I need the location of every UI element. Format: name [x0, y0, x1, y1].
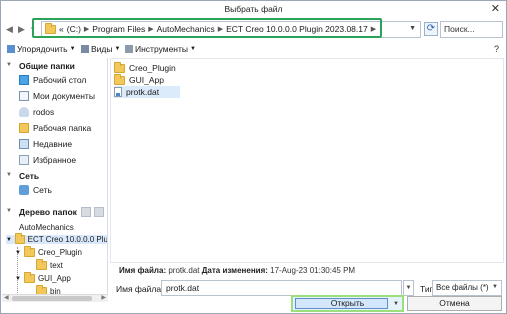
views-label: Виды [91, 44, 113, 54]
recent-icon [19, 139, 29, 149]
file-details: Имя файла: protk.dat Дата изменения: 17-… [119, 266, 356, 275]
tree-item-text[interactable]: text [36, 259, 63, 270]
folder-icon [114, 73, 125, 85]
title-bar: Выбрать файл ✕ [1, 1, 506, 17]
desktop-icon [19, 75, 29, 85]
tree-options-icon[interactable] [94, 207, 104, 217]
file-icon [114, 87, 122, 97]
network-icon [19, 185, 29, 195]
list-item-selected[interactable]: protk.dat [114, 86, 180, 98]
working-folder-icon [19, 123, 29, 133]
scroll-thumb[interactable] [12, 296, 92, 301]
tree-item-automechanics[interactable]: AutoMechanics [19, 223, 74, 232]
tree-item-gui-app[interactable]: ▼ GUI_App [15, 272, 71, 283]
scroll-left-icon[interactable]: ◀ [4, 294, 9, 301]
new-folder-icon[interactable] [81, 207, 91, 217]
chevron-down-icon: ▼ [6, 172, 12, 178]
organize-icon [7, 45, 15, 53]
dialog-footer: Имя файла: protk.dat ▼ Тип Все файлы (*)… [110, 278, 506, 314]
address-dropdown-icon[interactable]: ▼ [409, 25, 416, 32]
sidebar-horizontal-scrollbar[interactable]: ◀ ▶ [2, 294, 108, 302]
tools-button[interactable]: Инструменты ▼ [125, 44, 196, 54]
chevron-down-icon[interactable]: ▼ [393, 298, 399, 311]
file-dialog: Выбрать файл ✕ ◀ ▶ ▾ « (C:) ▶ Program Fi… [0, 0, 507, 314]
filename-input[interactable]: protk.dat [161, 280, 402, 296]
folder-icon [114, 61, 125, 73]
chevron-down-icon: ▼ [6, 62, 12, 68]
sidebar: ▼ Общие папки Рабочий стол Мои документы… [2, 58, 108, 302]
tools-label: Инструменты [135, 44, 189, 54]
list-item[interactable]: Creo_Plugin [114, 61, 179, 74]
sidebar-item-favorites[interactable]: Избранное [19, 155, 76, 165]
documents-icon [19, 91, 29, 101]
views-button[interactable]: Виды ▼ [81, 44, 120, 54]
chevron-down-icon: ▼ [114, 46, 121, 52]
folder-icon [36, 259, 47, 270]
refresh-icon[interactable]: ⟳ [424, 22, 438, 36]
user-icon [19, 107, 29, 117]
chevron-down-icon: ▼ [15, 249, 21, 256]
filename-label: Имя файла: [116, 284, 164, 294]
cancel-button[interactable]: Отмена [407, 296, 502, 311]
tools-icon [125, 45, 133, 53]
back-icon[interactable]: ◀ [6, 24, 13, 35]
sidebar-item-desktop[interactable]: Рабочий стол [19, 75, 86, 85]
file-type-select[interactable]: Все файлы (*) ▼ [432, 280, 502, 296]
scroll-right-icon[interactable]: ▶ [101, 294, 106, 301]
help-icon[interactable]: ? [494, 44, 499, 54]
window-title: Выбрать файл [224, 4, 283, 14]
sidebar-item-recent[interactable]: Недавние [19, 139, 72, 149]
favorites-icon [19, 155, 29, 165]
forward-icon[interactable]: ▶ [18, 24, 25, 35]
chevron-down-icon: ▼ [6, 236, 12, 243]
chevron-down-icon: ▼ [492, 284, 498, 290]
folder-icon [23, 272, 35, 283]
tree-item-creo-plugin[interactable]: ▼ Creo_Plugin [15, 246, 82, 257]
filename-dropdown-icon[interactable]: ▼ [403, 280, 414, 296]
chevron-down-icon: ▼ [69, 46, 76, 52]
folder-icon [23, 246, 35, 257]
chevron-down-icon: ▼ [15, 275, 21, 282]
sidebar-item-documents[interactable]: Мои документы [19, 91, 95, 101]
organize-label: Упорядочить [17, 44, 68, 54]
chevron-down-icon: ▼ [190, 46, 196, 52]
sidebar-item-network[interactable]: Сеть [19, 185, 52, 195]
open-button-label: Открыть [330, 298, 365, 308]
list-item[interactable]: GUI_App [114, 73, 167, 86]
views-icon [81, 45, 89, 53]
search-input[interactable]: Поиск... [440, 21, 503, 38]
organize-button[interactable]: Упорядочить ▼ [7, 44, 76, 54]
toolbar: Упорядочить ▼ Виды ▼ Инструменты ▼ ? [1, 42, 506, 58]
close-icon[interactable]: ✕ [491, 2, 500, 15]
chevron-down-icon: ▼ [6, 208, 12, 214]
open-button[interactable]: Открыть ▼ [291, 295, 404, 312]
address-highlight-box [32, 18, 382, 38]
sidebar-item-working-folder[interactable]: Рабочая папка [19, 123, 91, 133]
tree-item-ect-creo[interactable]: ▼ ECT Creo 10.0.0.0 Plu [6, 233, 107, 244]
file-list: Creo_Plugin GUI_App protk.dat [110, 58, 504, 263]
sidebar-item-rodos[interactable]: rodos [19, 107, 54, 117]
folder-icon [14, 233, 25, 244]
